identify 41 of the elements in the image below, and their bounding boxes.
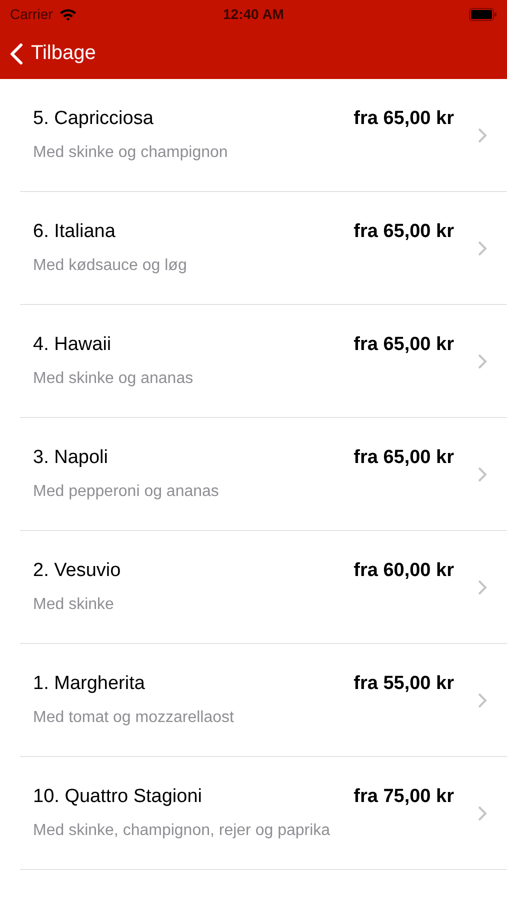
item-price: fra 55,00 kr [354,673,454,695]
menu-item-row[interactable]: 6. Italiana fra 65,00 kr Med kødsauce og løg [20,192,507,305]
wifi-icon [58,8,77,20]
item-description: Med skinke, champignon, rejer og paprika [33,822,332,840]
item-price: fra 65,00 kr [354,108,454,130]
item-description: Med skinke og ananas [33,370,194,388]
item-price: fra 65,00 kr [354,447,454,469]
chevron-icon [478,466,487,482]
menu-item-row[interactable]: 1. Margherita fra 55,00 kr Med tomat og mozzarellaost [20,644,507,757]
chevron-icon [478,580,487,594]
item-title: 2. Vesuvio [33,560,121,582]
battery-icon [469,8,497,20]
item-description: Med kødsauce og løg [33,257,188,275]
item-price: fra 75,00 kr [354,786,454,808]
menu-item-row[interactable]: 4. Hawaii fra 65,00 kr Med skinke og ananas [20,305,507,418]
chevron-icon [478,354,487,368]
item-title: 4. Hawaii [33,334,112,356]
back-button[interactable]: Tilbage [10,42,96,65]
item-description: Med skinke og champignon [33,144,229,162]
item-title: 5. Capricciosa [33,108,154,130]
item-price: fra 60,00 kr [354,560,454,582]
item-price: fra 65,00 kr [354,334,454,356]
carrier-label: Carrier [10,6,53,22]
item-title: 3. Napoli [33,447,108,469]
status-time: 12:40 AM [223,6,284,22]
menu-item-row[interactable]: 5. Capricciosa fra 65,00 kr Med skinke og champignon [20,79,507,192]
chevron-left-icon [10,42,23,64]
item-title: 6. Italiana [33,221,116,243]
item-description: Med skinke [33,596,115,614]
menu-item-row[interactable]: 2. Vesuvio fra 60,00 kr Med skinke [20,531,507,644]
chevron-icon [478,692,487,708]
item-title: 10. Quattro Stagioni [33,786,202,808]
item-description: Med tomat og mozzarellaost [33,709,235,727]
menu-item-row[interactable]: 3. Napoli fra 65,00 kr Med pepperoni og ananas [20,418,507,531]
item-title: 1. Margherita [33,673,145,695]
item-description: Med pepperoni og ananas [33,483,220,501]
chevron-icon [478,128,487,142]
chevron-icon [478,240,487,256]
item-price: fra 65,00 kr [354,221,454,243]
menu-item-row[interactable]: 10. Quattro Stagioni fra 75,00 kr Med skinke, champignon, rejer og paprika [20,757,507,870]
chevron-icon [478,806,487,820]
